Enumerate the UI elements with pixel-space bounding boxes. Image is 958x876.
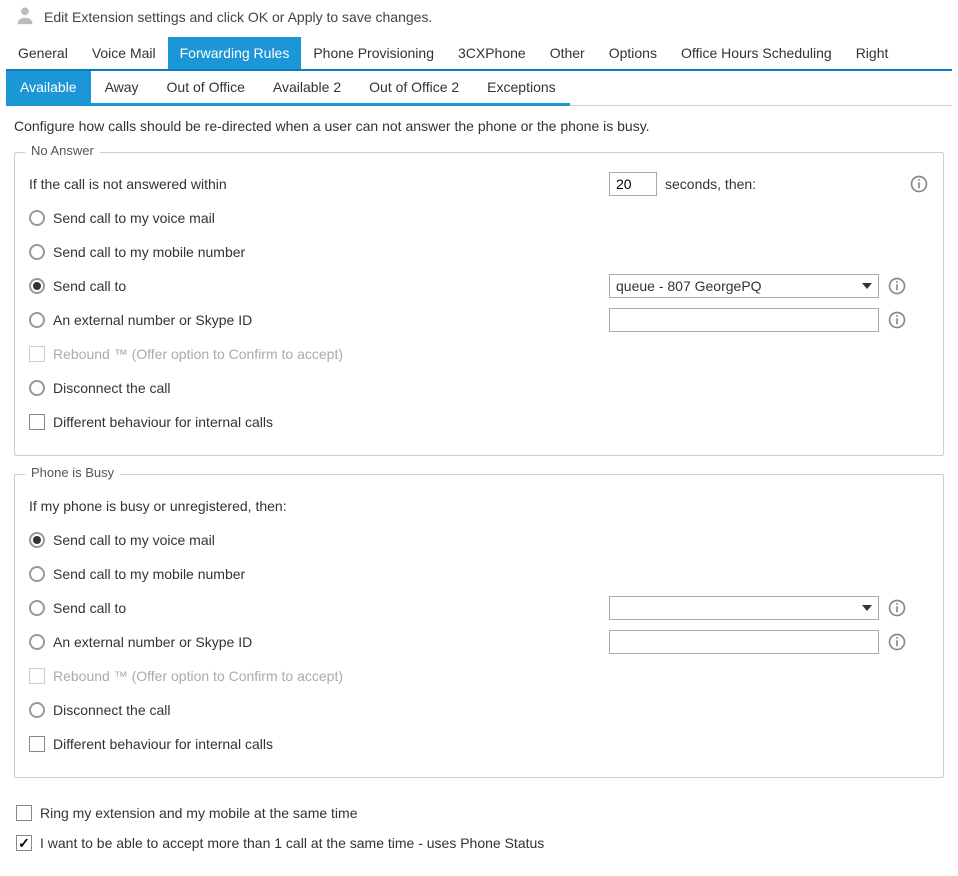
info-icon[interactable]	[887, 632, 907, 652]
no-answer-seconds-input[interactable]	[609, 172, 657, 196]
no-answer-prompt-pre: If the call is not answered within	[29, 176, 227, 192]
no-answer-prompt-post: seconds, then:	[665, 176, 756, 192]
label-na-rebound: Rebound ™ (Offer option to Confirm to ac…	[53, 346, 343, 362]
main-tab-bar: General Voice Mail Forwarding Rules Phon…	[6, 37, 952, 71]
label-na-disconnect: Disconnect the call	[53, 380, 171, 396]
checkbox-na-diff-internal[interactable]	[29, 414, 45, 430]
radio-na-mobile[interactable]	[29, 244, 45, 260]
label-busy-external: An external number or Skype ID	[53, 634, 252, 650]
bottom-options: Ring my extension and my mobile at the s…	[14, 796, 944, 864]
main-tab-forwarding-rules[interactable]: Forwarding Rules	[168, 37, 302, 69]
page-title: Edit Extension settings and click OK or …	[44, 9, 432, 25]
group-no-answer: No Answer If the call is not answered wi…	[14, 152, 944, 456]
content-area: Configure how calls should be re-directe…	[0, 106, 958, 876]
main-tab-right[interactable]: Right	[844, 37, 901, 69]
label-ring-both: Ring my extension and my mobile at the s…	[40, 805, 357, 821]
busy-prompt: If my phone is busy or unregistered, the…	[29, 498, 287, 514]
main-tab-other[interactable]: Other	[538, 37, 597, 69]
radio-busy-sendto[interactable]	[29, 600, 45, 616]
label-busy-voicemail: Send call to my voice mail	[53, 532, 215, 548]
label-na-diff-internal: Different behaviour for internal calls	[53, 414, 273, 430]
sub-tab-exceptions[interactable]: Exceptions	[473, 71, 569, 106]
checkbox-ring-both[interactable]	[16, 805, 32, 821]
radio-busy-disconnect[interactable]	[29, 702, 45, 718]
select-busy-sendto[interactable]	[609, 596, 879, 620]
chevron-down-icon	[862, 283, 872, 289]
label-na-external: An external number or Skype ID	[53, 312, 252, 328]
label-busy-rebound: Rebound ™ (Offer option to Confirm to ac…	[53, 668, 343, 684]
label-busy-disconnect: Disconnect the call	[53, 702, 171, 718]
sub-tab-available[interactable]: Available	[6, 71, 91, 106]
checkbox-busy-diff-internal[interactable]	[29, 736, 45, 752]
label-multi-call: I want to be able to accept more than 1 …	[40, 835, 544, 851]
sub-tab-available-2[interactable]: Available 2	[259, 71, 355, 106]
info-icon[interactable]	[887, 276, 907, 296]
sub-tab-bar: Available Away Out of Office Available 2…	[6, 71, 952, 106]
checkbox-na-rebound	[29, 346, 45, 362]
label-busy-mobile: Send call to my mobile number	[53, 566, 245, 582]
sub-tab-out-of-office-2[interactable]: Out of Office 2	[355, 71, 473, 106]
input-busy-external[interactable]	[609, 630, 879, 654]
sub-tab-out-of-office[interactable]: Out of Office	[153, 71, 259, 106]
radio-busy-external[interactable]	[29, 634, 45, 650]
info-icon[interactable]	[887, 598, 907, 618]
label-na-mobile: Send call to my mobile number	[53, 244, 245, 260]
main-tab-options[interactable]: Options	[597, 37, 669, 69]
group-busy: Phone is Busy If my phone is busy or unr…	[14, 474, 944, 778]
label-na-sendto: Send call to	[53, 278, 126, 294]
chevron-down-icon	[862, 605, 872, 611]
label-busy-sendto: Send call to	[53, 600, 126, 616]
checkbox-busy-rebound	[29, 668, 45, 684]
page-header: Edit Extension settings and click OK or …	[0, 0, 958, 37]
info-icon[interactable]	[909, 174, 929, 194]
info-icon[interactable]	[887, 310, 907, 330]
radio-na-external[interactable]	[29, 312, 45, 328]
sub-tab-away[interactable]: Away	[91, 71, 153, 106]
intro-text: Configure how calls should be re-directe…	[14, 118, 944, 134]
main-tab-voicemail[interactable]: Voice Mail	[80, 37, 168, 69]
legend-busy: Phone is Busy	[25, 465, 120, 480]
radio-na-disconnect[interactable]	[29, 380, 45, 396]
radio-na-sendto[interactable]	[29, 278, 45, 294]
label-busy-diff-internal: Different behaviour for internal calls	[53, 736, 273, 752]
main-tab-general[interactable]: General	[6, 37, 80, 69]
user-icon	[14, 4, 36, 29]
select-na-sendto-value: queue - 807 GeorgePQ	[616, 278, 762, 294]
input-na-external[interactable]	[609, 308, 879, 332]
checkbox-multi-call[interactable]	[16, 835, 32, 851]
main-tab-office-hours[interactable]: Office Hours Scheduling	[669, 37, 844, 69]
label-na-voicemail: Send call to my voice mail	[53, 210, 215, 226]
select-na-sendto[interactable]: queue - 807 GeorgePQ	[609, 274, 879, 298]
radio-busy-mobile[interactable]	[29, 566, 45, 582]
legend-no-answer: No Answer	[25, 143, 100, 158]
main-tab-3cxphone[interactable]: 3CXPhone	[446, 37, 538, 69]
radio-busy-voicemail[interactable]	[29, 532, 45, 548]
main-tab-phone-provisioning[interactable]: Phone Provisioning	[301, 37, 446, 69]
radio-na-voicemail[interactable]	[29, 210, 45, 226]
